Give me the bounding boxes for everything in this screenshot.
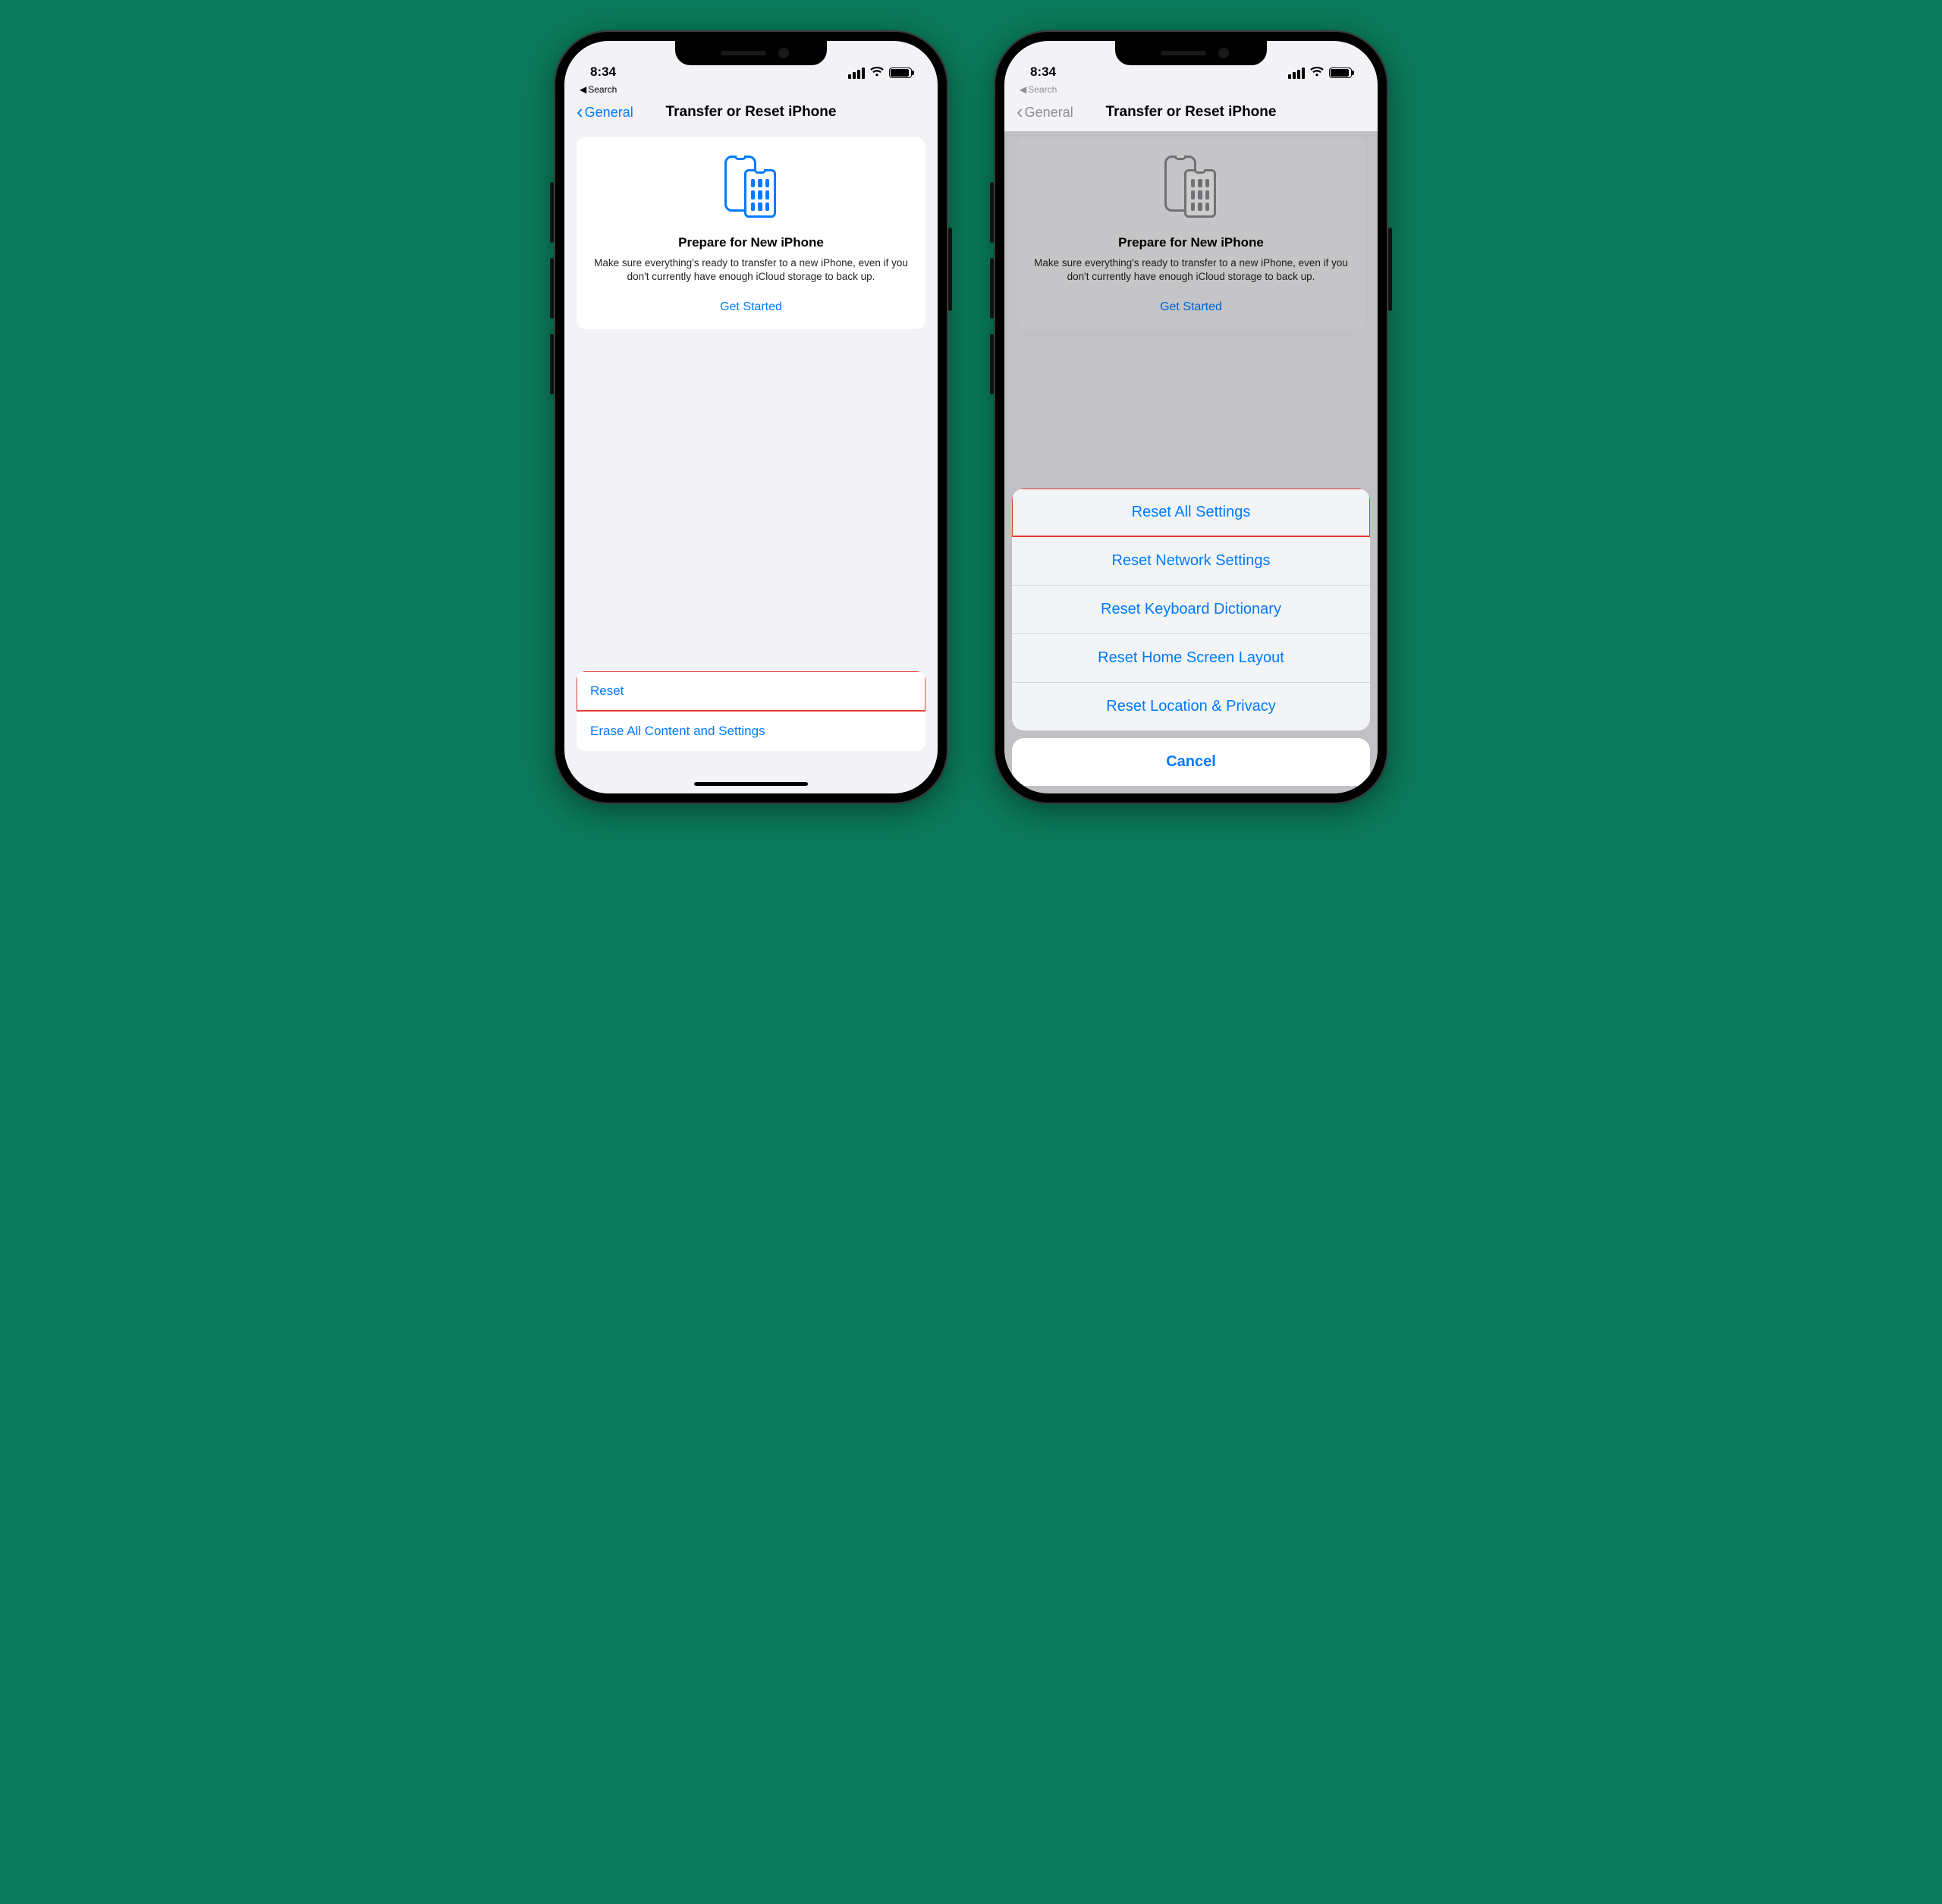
- content: Prepare for New iPhone Make sure everyth…: [564, 131, 938, 793]
- wifi-icon: [1309, 66, 1325, 80]
- status-time: 8:34: [590, 64, 616, 80]
- get-started-button[interactable]: Get Started: [592, 300, 910, 314]
- devices-icon: [724, 156, 778, 221]
- reset-home-screen-layout-option[interactable]: Reset Home Screen Layout: [1012, 633, 1370, 682]
- chevron-left-icon: ‹: [577, 102, 583, 121]
- prepare-body: Make sure everything's ready to transfer…: [592, 256, 910, 284]
- chevron-left-icon: ◀: [1020, 84, 1026, 95]
- notch: [1115, 41, 1267, 65]
- navbar: ‹ General Transfer or Reset iPhone: [564, 95, 938, 131]
- notch: [675, 41, 827, 65]
- reset-network-settings-option[interactable]: Reset Network Settings: [1012, 536, 1370, 585]
- navbar: ‹ General Transfer or Reset iPhone: [1004, 95, 1378, 131]
- battery-icon: [1329, 68, 1352, 78]
- cancel-button[interactable]: Cancel: [1012, 738, 1370, 786]
- back-button[interactable]: ‹ General: [577, 103, 633, 121]
- breadcrumb-back: ◀ Search: [1004, 83, 1378, 95]
- back-label: General: [585, 105, 633, 121]
- erase-all-row[interactable]: Erase All Content and Settings: [577, 711, 925, 751]
- page-title: Transfer or Reset iPhone: [1106, 104, 1277, 121]
- back-button: ‹ General: [1017, 103, 1073, 121]
- chevron-left-icon: ‹: [1017, 102, 1023, 121]
- action-sheet-group: Reset All Settings Reset Network Setting…: [1012, 489, 1370, 730]
- screen: 8:34 ◀ Search ‹ General Transfer or Rese…: [1004, 41, 1378, 793]
- reset-row[interactable]: Reset: [577, 671, 925, 711]
- reset-keyboard-dictionary-option[interactable]: Reset Keyboard Dictionary: [1012, 585, 1370, 633]
- device-right: 8:34 ◀ Search ‹ General Transfer or Rese…: [994, 30, 1388, 804]
- prepare-card: Prepare for New iPhone Make sure everyth…: [577, 137, 925, 329]
- breadcrumb-back[interactable]: ◀ Search: [564, 83, 938, 95]
- status-indicators: [1288, 66, 1352, 80]
- cellular-icon: [848, 68, 865, 79]
- chevron-left-icon: ◀: [580, 84, 586, 95]
- status-time: 8:34: [1030, 64, 1056, 80]
- battery-icon: [889, 68, 912, 78]
- action-sheet: Reset All Settings Reset Network Setting…: [1012, 489, 1370, 786]
- prepare-heading: Prepare for New iPhone: [592, 235, 910, 250]
- bottom-options: Reset Erase All Content and Settings: [577, 671, 925, 751]
- reset-all-settings-option[interactable]: Reset All Settings: [1012, 489, 1370, 536]
- page-title: Transfer or Reset iPhone: [666, 104, 837, 121]
- wifi-icon: [869, 66, 885, 80]
- screen: 8:34 ◀ Search ‹ General Transfer or Rese…: [564, 41, 938, 793]
- reset-location-privacy-option[interactable]: Reset Location & Privacy: [1012, 682, 1370, 730]
- back-label: General: [1025, 105, 1073, 121]
- breadcrumb-label: Search: [1028, 84, 1057, 95]
- breadcrumb-label: Search: [588, 84, 617, 95]
- content: Prepare for New iPhone Make sure everyth…: [1004, 131, 1378, 793]
- status-indicators: [848, 66, 912, 80]
- home-indicator[interactable]: [694, 782, 808, 786]
- device-left: 8:34 ◀ Search ‹ General Transfer or Rese…: [554, 30, 948, 804]
- cellular-icon: [1288, 68, 1305, 79]
